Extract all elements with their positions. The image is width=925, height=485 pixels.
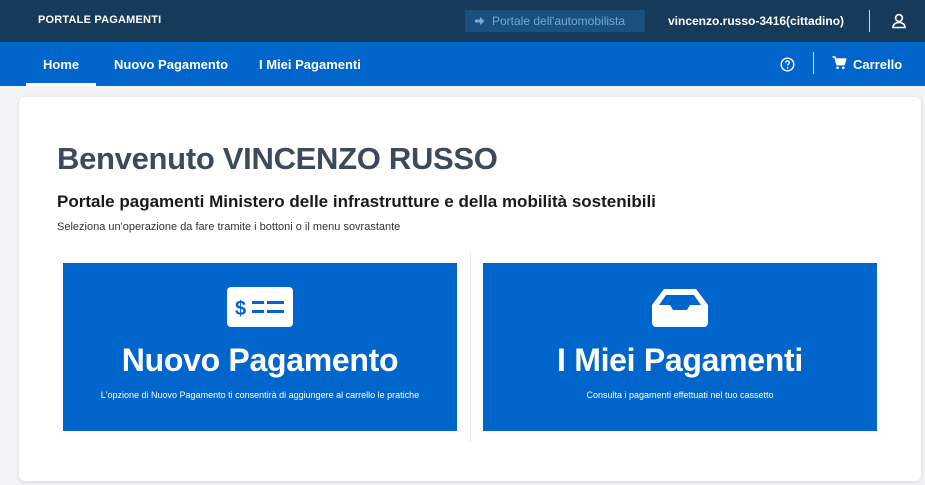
- header-divider: [869, 10, 870, 32]
- top-header: PORTALE PAGAMENTI Portale dell'automobil…: [0, 0, 925, 42]
- cart-icon: [832, 55, 847, 73]
- miei-pagamenti-card-description: Consulta i pagamenti effettuati nel tuo …: [586, 390, 774, 400]
- money-bill-icon: $: [227, 287, 293, 332]
- inbox-tray-icon: [650, 287, 710, 332]
- instructions-text: Seleziona un'operazione da fare tramite …: [57, 221, 401, 233]
- portal-brand: PORTALE PAGAMENTI: [38, 14, 162, 26]
- nav-nuovo-pagamento[interactable]: Nuovo Pagamento: [114, 42, 228, 86]
- miei-pagamenti-card[interactable]: I Miei Pagamenti Consulta i pagamenti ef…: [483, 263, 877, 431]
- cards-divider: [470, 252, 471, 442]
- nav-home[interactable]: Home: [25, 42, 97, 86]
- page-title: Benvenuto VINCENZO RUSSO: [57, 141, 498, 176]
- help-circle-icon[interactable]: [780, 57, 795, 72]
- nuovo-pagamento-card[interactable]: $ Nuovo Pagamento L'opzione di Nuovo Pag…: [63, 263, 457, 431]
- sign-in-icon: [474, 15, 486, 27]
- user-account-name[interactable]: vincenzo.russo-3416(cittadino): [668, 14, 844, 28]
- main-navigation: Home Nuovo Pagamento I Miei Pagamenti Ca…: [0, 42, 925, 86]
- nuovo-pagamento-card-description: L'opzione di Nuovo Pagamento ti consenti…: [100, 390, 420, 400]
- cart-label: Carrello: [853, 56, 903, 72]
- nav-divider: [813, 52, 814, 74]
- miei-pagamenti-card-title: I Miei Pagamenti: [557, 342, 803, 378]
- nuovo-pagamento-card-title: Nuovo Pagamento: [121, 342, 399, 378]
- cart-button[interactable]: Carrello: [832, 42, 902, 86]
- svg-text:$: $: [235, 298, 246, 320]
- automobilista-portal-link[interactable]: Portale dell'automobilista: [465, 10, 645, 32]
- portal-subtitle: Portale pagamenti Ministero delle infras…: [57, 192, 656, 211]
- automobilista-portal-label: Portale dell'automobilista: [492, 14, 626, 28]
- nav-miei-pagamenti[interactable]: I Miei Pagamenti: [259, 42, 361, 86]
- user-icon[interactable]: [890, 12, 908, 30]
